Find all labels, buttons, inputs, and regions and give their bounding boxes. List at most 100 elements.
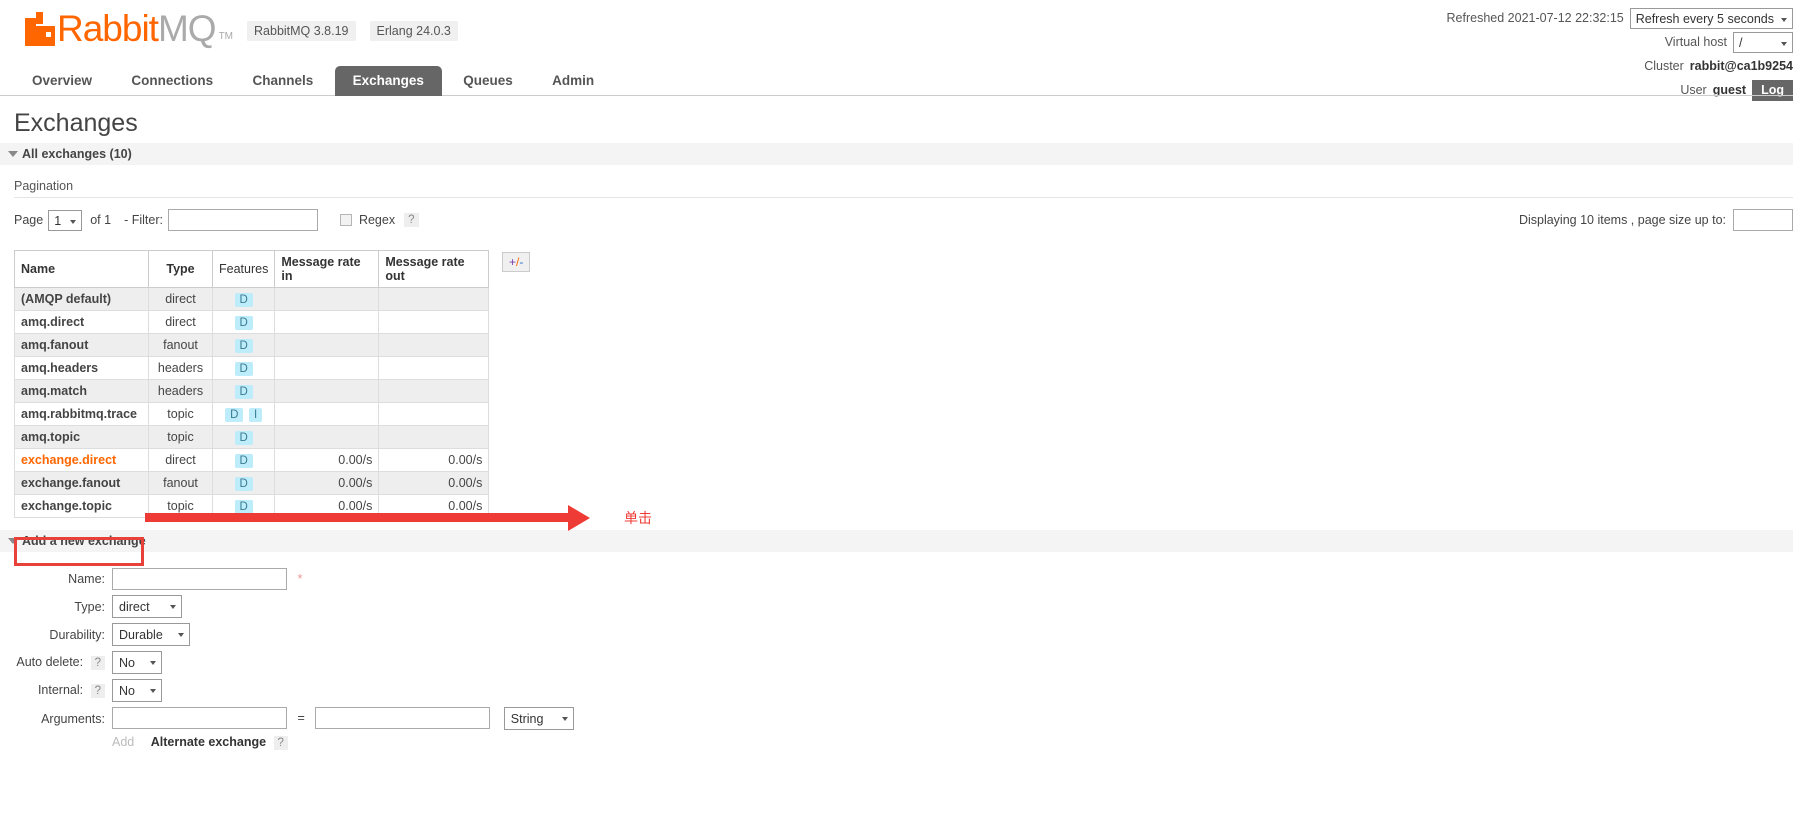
main-content: Exchanges All exchanges (10) Pagination … <box>0 97 1793 755</box>
cell-name: exchange.fanout <box>14 471 149 495</box>
feature-badge-durable[interactable]: D <box>225 407 244 422</box>
feature-badge-durable[interactable]: D <box>234 315 253 330</box>
cell-type: fanout <box>148 471 213 495</box>
feature-badge-durable[interactable]: D <box>234 384 253 399</box>
exchanges-table: Name Type Features Message rate in Messa… <box>14 250 490 518</box>
column-header-message-rate-in[interactable]: Message rate in <box>274 250 380 288</box>
add-argument-link[interactable]: Add <box>112 735 134 749</box>
feature-badge-durable[interactable]: D <box>234 292 253 307</box>
add-exchange-section-header[interactable]: Add a new exchange <box>0 530 1793 552</box>
tab-connections[interactable]: Connections <box>113 66 231 96</box>
displaying-items-block: Displaying 10 items , page size up to: <box>1519 209 1793 231</box>
filter-label: - Filter: <box>124 213 163 227</box>
feature-badge-internal[interactable]: I <box>248 407 263 422</box>
auto-delete-help-icon[interactable]: ? <box>90 656 105 670</box>
feature-badge-durable[interactable]: D <box>234 361 253 376</box>
regex-checkbox[interactable] <box>339 214 352 226</box>
add-exchange-form: Name: * Type: direct Durability: Durable <box>0 563 574 755</box>
erlang-version-badge: Erlang 24.0.3 <box>369 21 458 41</box>
internal-help-icon[interactable]: ? <box>90 684 105 698</box>
cell-name: amq.headers <box>14 356 149 380</box>
cell-type: direct <box>148 448 213 472</box>
main-navigation-tabs: Overview Connections Channels Exchanges … <box>0 66 1793 96</box>
collapse-triangle-icon <box>8 151 18 157</box>
argument-key-input[interactable] <box>112 707 287 729</box>
table-row-exchange-direct: exchange.direct direct D 0.00/s 0.00/s <box>14 448 490 472</box>
refreshed-timestamp: Refreshed 2021-07-12 22:32:15 <box>1446 11 1624 25</box>
add-exchange-area: Add a new exchange Name: * Type: direct <box>0 530 1793 755</box>
cell-type: topic <box>148 425 213 449</box>
feature-badge-durable[interactable]: D <box>234 338 253 353</box>
internal-select[interactable]: No <box>112 679 162 702</box>
filter-input[interactable] <box>167 209 318 231</box>
cell-rate-out <box>378 356 490 380</box>
page-number-select[interactable]: 1 <box>48 209 83 231</box>
cell-type: direct <box>148 310 213 334</box>
exchange-type-select[interactable]: direct <box>112 595 182 618</box>
table-row: amq.match headers D <box>14 379 490 403</box>
auto-delete-select[interactable]: No <box>112 651 162 674</box>
rabbitmq-management-page: Rabbit MQ TM RabbitMQ 3.8.19 Erlang 24.0… <box>0 0 1793 821</box>
vhost-select[interactable]: / <box>1733 31 1793 53</box>
logo-text-mq: MQ <box>157 8 217 49</box>
column-header-name[interactable]: Name <box>14 250 149 288</box>
cell-features: D <box>211 471 276 495</box>
tab-admin[interactable]: Admin <box>534 66 612 96</box>
add-exchange-label: Add a new exchange <box>22 534 146 548</box>
regex-label: Regex <box>358 213 396 227</box>
feature-badge-durable[interactable]: D <box>234 430 253 445</box>
durability-select[interactable]: Durable <box>112 623 190 646</box>
feature-badge-durable[interactable]: D <box>234 499 253 514</box>
brand-logo[interactable]: Rabbit MQ TM RabbitMQ 3.8.19 Erlang 24.0… <box>25 8 458 49</box>
refresh-interval-select[interactable]: Refresh every 5 seconds <box>1629 7 1793 29</box>
alternate-exchange-help-icon[interactable]: ? <box>273 736 288 751</box>
cell-name: exchange.direct <box>14 448 149 472</box>
alternate-exchange-label[interactable]: Alternate exchange <box>151 735 266 749</box>
argument-type-select[interactable]: String <box>503 707 574 731</box>
column-header-features: Features <box>211 250 276 288</box>
cell-features: D <box>211 356 276 380</box>
table-row: amq.direct direct D <box>14 310 490 334</box>
cell-rate-in: 0.00/s <box>274 471 380 495</box>
feature-badge-durable[interactable]: D <box>234 453 253 468</box>
table-row: exchange.fanout fanout D 0.00/s 0.00/s <box>14 471 490 495</box>
form-row-internal: Internal: ? No <box>0 679 574 702</box>
table-row: (AMQP default) direct D <box>14 287 490 311</box>
cell-rate-out: 0.00/s <box>378 471 490 495</box>
table-header-row: Name Type Features Message rate in Messa… <box>14 250 490 288</box>
page-size-input[interactable] <box>1733 209 1793 231</box>
collapse-triangle-icon <box>8 538 18 544</box>
column-header-type[interactable]: Type <box>148 250 213 288</box>
cell-features: D I <box>211 402 276 426</box>
cell-features: D <box>211 333 276 357</box>
tab-exchanges[interactable]: Exchanges <box>334 66 442 96</box>
cell-rate-out <box>378 333 490 357</box>
all-exchanges-section-header[interactable]: All exchanges (10) <box>0 143 1793 165</box>
cell-features: D <box>211 287 276 311</box>
cell-name: amq.rabbitmq.trace <box>14 402 149 426</box>
tab-overview[interactable]: Overview <box>14 66 110 96</box>
column-header-message-rate-out[interactable]: Message rate out <box>378 250 490 288</box>
cell-type: direct <box>148 287 213 311</box>
tab-queues[interactable]: Queues <box>445 66 531 96</box>
cell-features: D <box>211 425 276 449</box>
form-row-auto-delete: Auto delete: ? No <box>0 651 574 674</box>
cell-type: topic <box>148 402 213 426</box>
regex-help-icon[interactable]: ? <box>404 213 419 227</box>
tab-channels[interactable]: Channels <box>235 66 332 96</box>
feature-badge-durable[interactable]: D <box>234 476 253 491</box>
pagination-heading: Pagination <box>14 179 1793 198</box>
cell-name: (AMQP default) <box>14 287 149 311</box>
cell-rate-out <box>378 379 490 403</box>
cell-name: exchange.topic <box>14 494 149 518</box>
cell-features: D <box>211 379 276 403</box>
cell-rate-out <box>378 425 490 449</box>
argument-value-input[interactable] <box>315 707 491 729</box>
exchange-direct-link[interactable]: exchange.direct <box>21 453 116 467</box>
vhost-label: Virtual host <box>1664 35 1727 49</box>
cell-name: amq.topic <box>14 425 149 449</box>
toggle-columns-button[interactable]: +/- <box>502 252 531 272</box>
cell-rate-in <box>274 287 380 311</box>
exchange-name-input[interactable] <box>112 568 287 590</box>
annotation-text: 单击 <box>624 510 652 526</box>
